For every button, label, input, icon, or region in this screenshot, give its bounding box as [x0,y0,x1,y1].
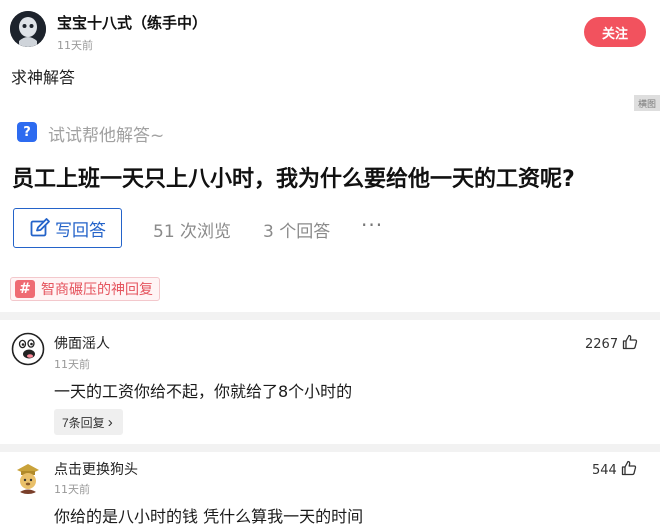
like-count: 2267 [585,336,619,352]
comment-time: 11天前 [54,483,90,496]
hash-icon: # [15,280,35,298]
view-count: 51 次浏览 [153,222,232,242]
topic-tag[interactable]: # 智商碾压的神回复 [10,277,160,301]
comment-time: 11天前 [54,358,90,371]
thumbs-up-icon [621,460,637,480]
post-time: 11天前 [57,39,93,52]
helper-prompt[interactable]: 试试帮他解答~ [48,121,164,146]
like-button[interactable]: 2267 [585,334,638,354]
write-answer-label: 写回答 [55,220,106,240]
post-card: 宝宝十八式（练手中） 11天前 关注 求神解答 横图 ? 试试帮他解答~ 员工上… [0,0,660,312]
question-icon: ? [17,122,37,142]
comment-item: 佛面滛人 11天前 2267 一天的工资你给不起，你就给了8个小时的 7条回复 … [0,320,660,444]
avatar[interactable] [10,11,46,47]
comment-item: 点击更换狗头 11天前 544 你给的是八小时的钱 凭什么算我一天的时间 [0,452,660,531]
comment-text: 一天的工资你给不起，你就给了8个小时的 [54,382,353,401]
image-tag: 横图 [634,95,660,111]
username[interactable]: 宝宝十八式（练手中） [57,12,207,33]
replies-button[interactable]: 7条回复 › [54,409,123,435]
post-body: 求神解答 [11,68,76,87]
write-answer-button[interactable]: 写回答 [13,208,122,248]
commenter-name[interactable]: 佛面滛人 [54,333,110,353]
topic-label: 智商碾压的神回复 [41,282,153,298]
commenter-name[interactable]: 点击更换狗头 [54,459,138,479]
chevron-right-icon: › [107,413,113,431]
more-icon[interactable]: ··· [361,213,383,237]
replies-label: 7条回复 [62,415,105,430]
like-button[interactable]: 544 [592,460,637,480]
commenter-avatar[interactable] [11,332,45,366]
follow-button[interactable]: 关注 [584,17,646,47]
thumbs-up-icon [622,334,638,354]
edit-icon [29,217,51,239]
like-count: 544 [592,462,617,478]
commenter-avatar[interactable] [11,460,45,494]
question-title[interactable]: 员工上班一天只上八小时，我为什么要给他一天的工资呢? [12,161,575,193]
comment-text: 你给的是八小时的钱 凭什么算我一天的时间 [54,507,364,526]
answer-count[interactable]: 3 个回答 [263,217,330,242]
